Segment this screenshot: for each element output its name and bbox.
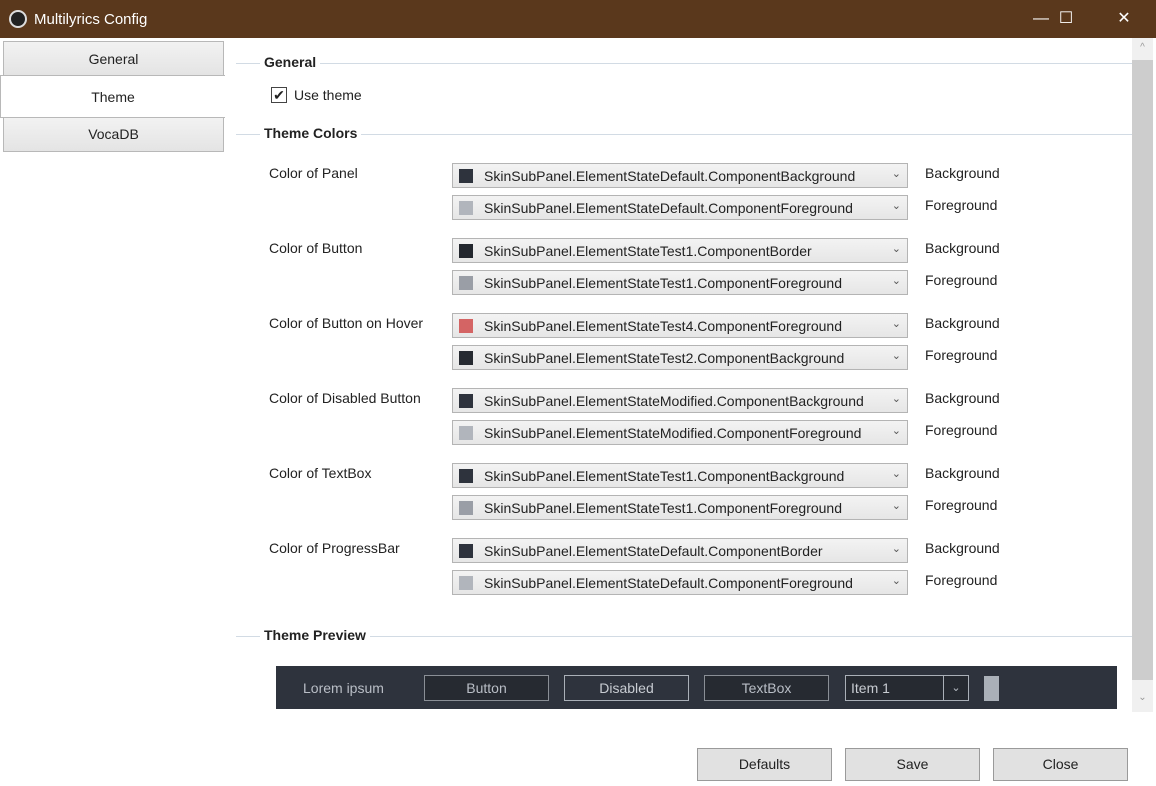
combo-value: SkinSubPanel.ElementStateTest1.Component… [484, 275, 842, 291]
color-swatch [459, 319, 473, 333]
scroll-up-icon[interactable]: ^ [1132, 42, 1153, 53]
window-title: Multilyrics Config [34, 11, 148, 28]
combo-value: SkinSubPanel.ElementStateDefault.Compone… [484, 168, 856, 184]
color-swatch [459, 426, 473, 440]
color-swatch [459, 469, 473, 483]
combo-value: SkinSubPanel.ElementStateDefault.Compone… [484, 200, 853, 216]
title-bar: Multilyrics Config — ☐ ✕ [0, 0, 1156, 38]
color-swatch [459, 544, 473, 558]
chevron-down-icon: ⌄ [891, 168, 901, 180]
bg-label: Background [925, 390, 1000, 406]
fg-label: Foreground [925, 197, 998, 213]
preview-disabled-button: Disabled [564, 675, 689, 701]
combo-value: SkinSubPanel.ElementStateTest2.Component… [484, 350, 845, 366]
bg-label: Background [925, 540, 1000, 556]
chevron-down-icon: ⌄ [891, 575, 901, 587]
fg-label: Foreground [925, 497, 998, 513]
vertical-scrollbar[interactable]: ^ ⌄ [1132, 38, 1153, 712]
preview-combobox[interactable]: Item 1 ⌄ [845, 675, 969, 701]
scroll-down-icon[interactable]: ⌄ [1132, 692, 1153, 703]
color-swatch [459, 351, 473, 365]
bg-label: Background [925, 465, 1000, 481]
tab-theme[interactable]: Theme [0, 75, 225, 118]
bg-label: Background [925, 240, 1000, 256]
combo-value: SkinSubPanel.ElementStateModified.Compon… [484, 425, 862, 441]
color-fg-combobox[interactable]: SkinSubPanel.ElementStateTest2.Component… [452, 345, 908, 370]
color-fg-combobox[interactable]: SkinSubPanel.ElementStateTest1.Component… [452, 270, 908, 295]
color-fg-combobox[interactable]: SkinSubPanel.ElementStateModified.Compon… [452, 420, 908, 445]
color-group-label: Color of ProgressBar [269, 540, 400, 556]
general-section: General [236, 54, 1132, 70]
color-group-label: Color of Button [269, 240, 363, 256]
section-heading: Theme Preview [260, 627, 370, 643]
chevron-down-icon: ⌄ [891, 468, 901, 480]
section-heading: Theme Colors [260, 125, 362, 141]
color-swatch [459, 276, 473, 290]
color-bg-combobox[interactable]: SkinSubPanel.ElementStateTest1.Component… [452, 463, 908, 488]
combo-value: SkinSubPanel.ElementStateDefault.Compone… [484, 543, 823, 559]
color-fg-combobox[interactable]: SkinSubPanel.ElementStateDefault.Compone… [452, 570, 908, 595]
combo-value: SkinSubPanel.ElementStateTest1.Component… [484, 243, 812, 259]
preview-combo-value: Item 1 [851, 680, 890, 696]
color-bg-combobox[interactable]: SkinSubPanel.ElementStateTest4.Component… [452, 313, 908, 338]
preview-progressbar [984, 676, 999, 701]
preview-textbox[interactable]: TextBox [704, 675, 829, 701]
color-group-label: Color of Button on Hover [269, 315, 424, 331]
color-swatch [459, 394, 473, 408]
close-button[interactable]: Close [993, 748, 1128, 781]
combo-value: SkinSubPanel.ElementStateTest1.Component… [484, 500, 842, 516]
color-bg-combobox[interactable]: SkinSubPanel.ElementStateTest1.Component… [452, 238, 908, 263]
fg-label: Foreground [925, 572, 998, 588]
preview-label: Lorem ipsum [303, 680, 384, 696]
color-bg-combobox[interactable]: SkinSubPanel.ElementStateModified.Compon… [452, 388, 908, 413]
color-swatch [459, 501, 473, 515]
scroll-thumb[interactable] [1132, 60, 1153, 680]
chevron-down-icon: ⌄ [891, 543, 901, 555]
app-icon [9, 10, 27, 28]
color-group-label: Color of TextBox [269, 465, 372, 481]
theme-preview-section: Theme Preview [236, 627, 1132, 643]
use-theme-label: Use theme [294, 87, 362, 103]
chevron-down-icon: ⌄ [891, 500, 901, 512]
combo-value: SkinSubPanel.ElementStateTest4.Component… [484, 318, 842, 334]
fg-label: Foreground [925, 422, 998, 438]
combo-value: SkinSubPanel.ElementStateTest1.Component… [484, 468, 845, 484]
color-fg-combobox[interactable]: SkinSubPanel.ElementStateTest1.Component… [452, 495, 908, 520]
section-heading: General [260, 54, 321, 70]
preview-button[interactable]: Button [424, 675, 549, 701]
bg-label: Background [925, 315, 1000, 331]
defaults-button[interactable]: Defaults [697, 748, 832, 781]
color-group-label: Color of Panel [269, 165, 358, 181]
maximize-button[interactable]: ☐ [1041, 0, 1091, 38]
use-theme-checkbox[interactable]: ✔ [271, 87, 287, 103]
color-swatch [459, 244, 473, 258]
combo-value: SkinSubPanel.ElementStateModified.Compon… [484, 393, 864, 409]
chevron-down-icon: ⌄ [891, 243, 901, 255]
color-fg-combobox[interactable]: SkinSubPanel.ElementStateDefault.Compone… [452, 195, 908, 220]
color-bg-combobox[interactable]: SkinSubPanel.ElementStateDefault.Compone… [452, 163, 908, 188]
color-group-label: Color of Disabled Button [269, 390, 421, 406]
fg-label: Foreground [925, 347, 998, 363]
close-window-button[interactable]: ✕ [1099, 0, 1149, 38]
bg-label: Background [925, 165, 1000, 181]
tab-vocadb[interactable]: VocaDB [3, 117, 224, 152]
chevron-down-icon: ⌄ [891, 200, 901, 212]
chevron-down-icon: ⌄ [891, 425, 901, 437]
color-swatch [459, 201, 473, 215]
fg-label: Foreground [925, 272, 998, 288]
color-swatch [459, 169, 473, 183]
color-swatch [459, 576, 473, 590]
chevron-down-icon: ⌄ [891, 318, 901, 330]
chevron-down-icon[interactable]: ⌄ [943, 676, 968, 700]
tab-general[interactable]: General [3, 41, 224, 76]
color-bg-combobox[interactable]: SkinSubPanel.ElementStateDefault.Compone… [452, 538, 908, 563]
chevron-down-icon: ⌄ [891, 350, 901, 362]
combo-value: SkinSubPanel.ElementStateDefault.Compone… [484, 575, 853, 591]
save-button[interactable]: Save [845, 748, 980, 781]
chevron-down-icon: ⌄ [891, 393, 901, 405]
theme-colors-section: Theme Colors [236, 125, 1132, 141]
chevron-down-icon: ⌄ [891, 275, 901, 287]
theme-preview-panel: Lorem ipsum Button Disabled TextBox Item… [276, 666, 1117, 709]
